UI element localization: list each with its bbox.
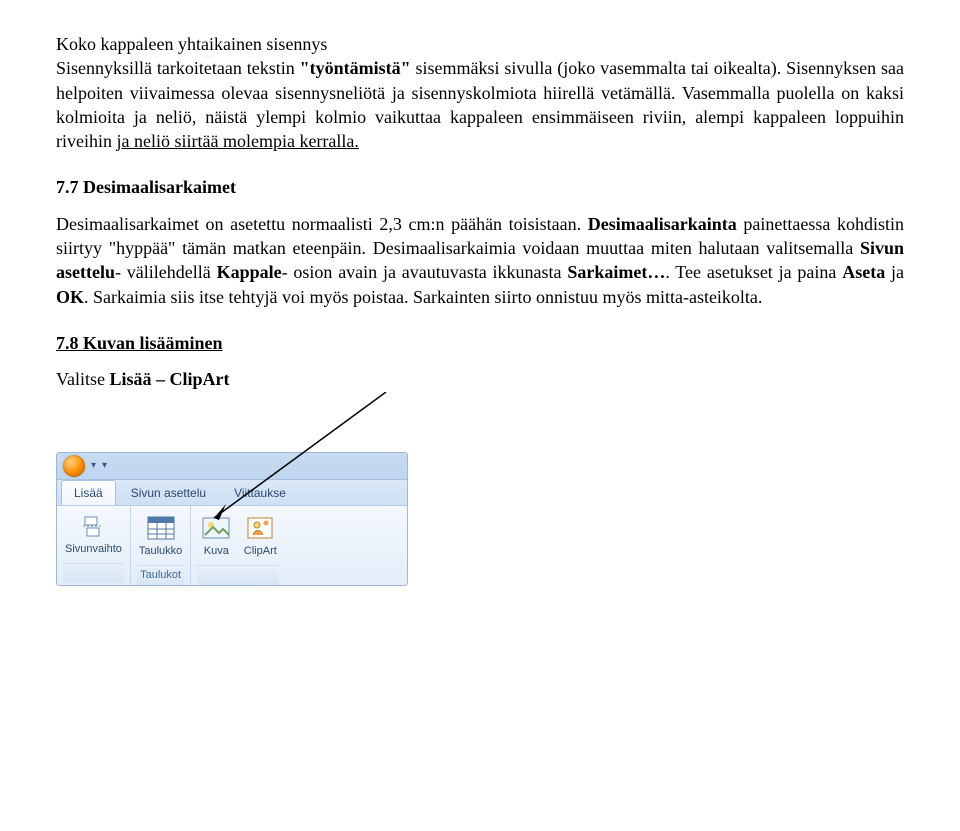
section-heading-7-7: 7.7 Desimaalisarkaimet xyxy=(56,175,904,199)
taulukko-button[interactable]: Taulukko xyxy=(137,512,184,561)
text: . Tee asetukset ja paina xyxy=(665,262,842,282)
group-label: Taulukot xyxy=(137,565,184,586)
text: Koko kappaleen yhtaikainen sisennys xyxy=(56,34,327,54)
clipart-button[interactable]: ClipArt xyxy=(241,512,279,561)
text: . Sarkaimia siis itse tehtyjä voi myös p… xyxy=(84,287,762,307)
paragraph-insert-clipart: Valitse Lisää – ClipArt xyxy=(56,367,904,391)
ribbon-groups: Sivunvaihto xyxy=(57,506,407,586)
bold-text: Sarkaimet… xyxy=(567,262,665,282)
paragraph-indent-heading: Koko kappaleen yhtaikainen sisennys Sise… xyxy=(56,32,904,153)
quick-access-toolbar: ▾ ▾ xyxy=(57,453,407,480)
button-label: ClipArt xyxy=(244,544,277,559)
bold-text: Kappale xyxy=(217,262,282,282)
bold-text: Aseta xyxy=(842,262,885,282)
underlined-text: ja neliö siirtää molempia kerralla. xyxy=(117,131,359,151)
bold-text: Desimaalisarkainta xyxy=(588,214,737,234)
tab-sivun-asettelu[interactable]: Sivun asettelu xyxy=(118,480,219,505)
ribbon-screenshot: ▾ ▾ Lisää Sivun asettelu Viittaukse xyxy=(56,452,416,587)
clipart-icon xyxy=(243,514,277,542)
group-label xyxy=(63,563,124,584)
group-kuvat: Kuva ClipArt xyxy=(191,506,285,586)
word-ribbon: ▾ ▾ Lisää Sivun asettelu Viittaukse xyxy=(56,452,408,587)
paragraph-tabs: Desimaalisarkaimet on asetettu normaalis… xyxy=(56,212,904,309)
bold-text: "työntämistä" xyxy=(300,58,411,78)
text: Valitse xyxy=(56,369,110,389)
text: ja xyxy=(885,262,904,282)
picture-icon xyxy=(199,514,233,542)
table-icon xyxy=(144,514,178,542)
kuva-button[interactable]: Kuva xyxy=(197,512,235,561)
text: - osion avain ja avautuvasta ikkunasta xyxy=(282,262,568,282)
tab-lisaa[interactable]: Lisää xyxy=(61,480,116,505)
dropdown-icon[interactable]: ▾ xyxy=(102,459,107,473)
dropdown-icon[interactable]: ▾ xyxy=(91,459,96,473)
text: - välilehdellä xyxy=(115,262,217,282)
group-sivut: Sivunvaihto xyxy=(57,506,131,586)
group-label xyxy=(197,565,279,586)
bold-text: OK xyxy=(56,287,84,307)
button-label: Taulukko xyxy=(139,544,182,559)
office-button-icon[interactable] xyxy=(63,455,85,477)
sivunvaihto-button[interactable]: Sivunvaihto xyxy=(63,512,124,559)
text: Sisennyksillä tarkoitetaan tekstin xyxy=(56,58,300,78)
page-break-icon xyxy=(78,514,108,540)
tab-viittaukset[interactable]: Viittaukse xyxy=(221,480,299,505)
group-taulukot: Taulukko Taulukot xyxy=(131,506,191,586)
button-label: Sivunvaihto xyxy=(65,542,122,557)
section-heading-7-8: 7.8 Kuvan lisääminen xyxy=(56,331,904,355)
ribbon-tabs: Lisää Sivun asettelu Viittaukse xyxy=(57,480,407,506)
button-label: Kuva xyxy=(204,544,229,559)
bold-text: Lisää – ClipArt xyxy=(110,369,230,389)
text: Desimaalisarkaimet on asetettu normaalis… xyxy=(56,214,588,234)
